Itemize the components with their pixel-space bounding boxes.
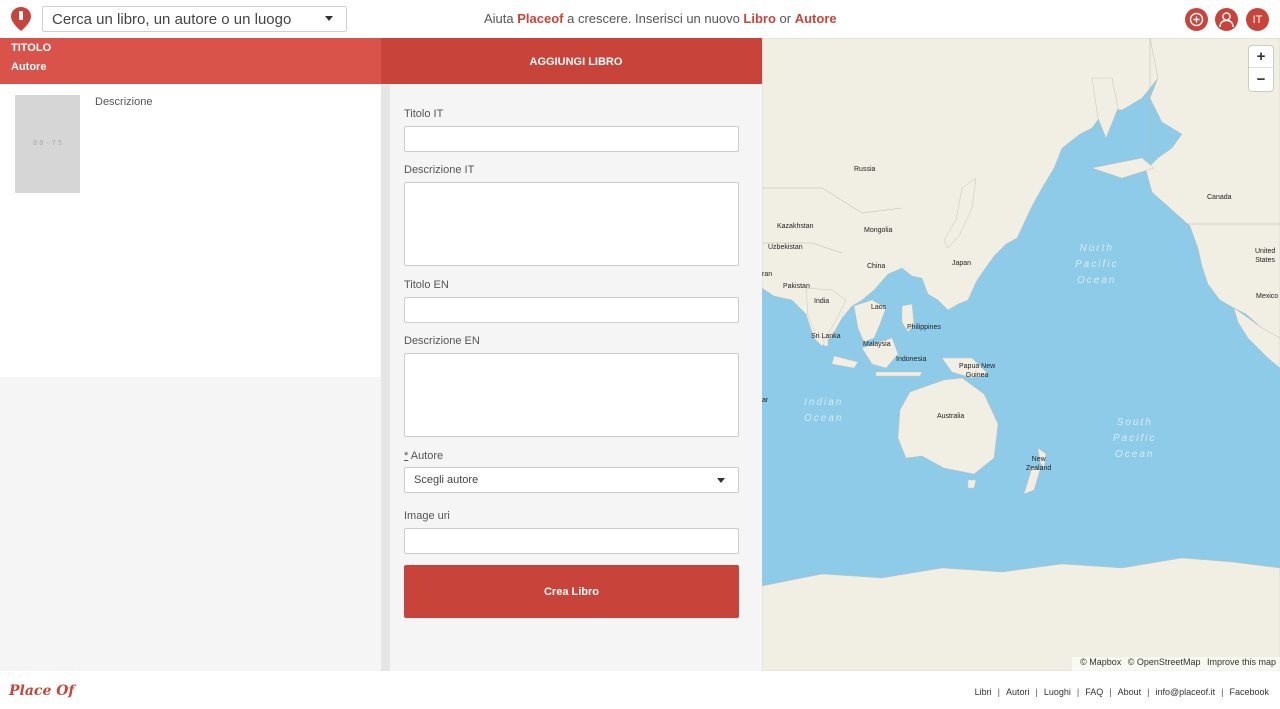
- add-book-form: AGGIUNGI LIBRO Titolo IT Descrizione IT …: [381, 38, 771, 671]
- map-label-kazakhstan: Kazakhstan: [777, 223, 814, 230]
- new-book-link[interactable]: Libro: [743, 11, 776, 26]
- title-it-label: Titolo IT: [404, 108, 444, 120]
- map-label-mexico: Mexico: [1256, 293, 1279, 300]
- map-label-ar: ar: [762, 397, 769, 404]
- map-label-iran: ran: [762, 271, 773, 278]
- title-en-input[interactable]: [404, 297, 739, 323]
- add-book-header: AGGIUNGI LIBRO: [381, 38, 771, 84]
- map-label-sri-lanka: Sri Lanka: [811, 333, 841, 340]
- map-label-russia: Russia: [854, 166, 876, 173]
- map-label-south-pacific: South Pacific Ocean: [1113, 417, 1157, 460]
- footer-separator: |: [1035, 687, 1038, 697]
- world-map[interactable]: Russia Canada Kazakhstan Mongolia Uzbeki…: [762, 38, 1280, 671]
- book-preview-author: Autore: [11, 61, 47, 73]
- map-label-indonesia: Indonesia: [896, 356, 927, 363]
- footer-link-about[interactable]: About: [1118, 687, 1142, 697]
- chevron-down-icon[interactable]: [325, 16, 333, 21]
- new-author-link[interactable]: Autore: [795, 11, 837, 26]
- footer-links: Libri | Autori | Luoghi | FAQ | About | info@place…: [975, 687, 1269, 697]
- map-label-indian-ocean: Indian Ocean: [804, 397, 844, 424]
- brand-link[interactable]: Placeof: [517, 11, 563, 26]
- promo-text-pre: Aiuta: [484, 11, 518, 26]
- zoom-in-button[interactable]: +: [1249, 46, 1273, 68]
- language-button[interactable]: IT: [1246, 8, 1269, 31]
- footer-separator: |: [1221, 687, 1224, 697]
- map-label-malaysia: Malaysia: [863, 341, 891, 348]
- footer-link-autori[interactable]: Autori: [1006, 687, 1030, 697]
- improve-map-link[interactable]: Improve this map: [1207, 657, 1276, 667]
- map-label-australia: Australia: [937, 413, 965, 420]
- footer-link-luoghi[interactable]: Luoghi: [1044, 687, 1071, 697]
- footer-link-libri[interactable]: Libri: [975, 687, 992, 697]
- book-preview-description: Descrizione: [95, 96, 153, 108]
- footer-link-faq[interactable]: FAQ: [1085, 687, 1103, 697]
- title-it-input[interactable]: [404, 126, 739, 152]
- map-label-new-zealand: New Zealand: [1026, 456, 1052, 472]
- map-label-india: India: [814, 298, 830, 305]
- map-label-uzbekistan: Uzbekistan: [768, 244, 803, 251]
- image-uri-input[interactable]: [404, 528, 739, 554]
- promo-message: Aiuta Placeof a crescere. Inserisci un n…: [484, 11, 837, 26]
- create-book-button[interactable]: Crea Libro: [404, 565, 739, 618]
- image-uri-label: Image uri: [404, 510, 450, 522]
- description-it-textarea[interactable]: [404, 182, 739, 266]
- chevron-down-icon: [717, 478, 725, 483]
- map-label-united-states: United States: [1255, 248, 1276, 264]
- search-input[interactable]: [52, 7, 312, 31]
- add-button[interactable]: [1185, 8, 1208, 31]
- footer-separator: |: [997, 687, 1000, 697]
- map-label-china: China: [867, 263, 886, 270]
- footer-link-email[interactable]: info@placeof.it: [1155, 687, 1215, 697]
- footer: Place Of Libri | Autori | Luoghi | FAQ | About | i…: [0, 671, 1280, 709]
- book-preview-card: 00-75 Descrizione: [0, 84, 381, 377]
- osm-attribution-link[interactable]: © OpenStreetMap: [1128, 657, 1201, 667]
- user-account-button[interactable]: [1215, 8, 1238, 31]
- book-preview-title: TITOLO: [11, 42, 52, 54]
- placeof-pin-logo-icon[interactable]: [10, 6, 32, 32]
- add-book-heading: AGGIUNGI LIBRO: [529, 56, 623, 68]
- map-zoom-control: + −: [1249, 46, 1273, 91]
- author-label: * Autore: [404, 450, 443, 462]
- description-it-label: Descrizione IT: [404, 164, 475, 176]
- search-box[interactable]: [42, 6, 347, 32]
- map-label-philippines: Philippines: [907, 324, 941, 331]
- footer-link-facebook[interactable]: Facebook: [1229, 687, 1269, 697]
- promo-text-or: or: [775, 11, 795, 26]
- map-attribution: © Mapbox © OpenStreetMap Improve this ma…: [1072, 657, 1280, 671]
- user-icon: [1219, 12, 1234, 28]
- zoom-out-button[interactable]: −: [1249, 68, 1273, 90]
- footer-separator: |: [1109, 687, 1112, 697]
- language-label: IT: [1252, 13, 1263, 26]
- author-select[interactable]: Scegli autore: [404, 467, 739, 493]
- plus-circle-icon: [1189, 12, 1204, 27]
- description-en-textarea[interactable]: [404, 353, 739, 437]
- map-label-japan: Japan: [952, 260, 972, 267]
- book-preview-panel: TITOLO Autore 00-75 Descrizione: [0, 38, 381, 671]
- map-label-pakistan: Pakistan: [783, 283, 810, 290]
- author-label-text: Autore: [408, 450, 444, 462]
- map-label-laos: Laos: [871, 304, 887, 311]
- map-land-shapes: [762, 38, 1280, 671]
- book-cover-placeholder: 00-75: [15, 95, 80, 193]
- mapbox-attribution-link[interactable]: © Mapbox: [1080, 657, 1121, 667]
- map-label-north-pacific: North Pacific Ocean: [1075, 243, 1119, 286]
- footer-logo[interactable]: Place Of: [9, 683, 74, 699]
- top-header: Aiuta Placeof a crescere. Inserisci un n…: [0, 0, 1280, 38]
- book-preview-header: TITOLO Autore: [0, 38, 381, 84]
- map-label-papua-new-guinea: Papua New Guinea: [959, 363, 996, 379]
- promo-text-mid: a crescere. Inserisci un nuovo: [563, 11, 744, 26]
- footer-separator: |: [1076, 687, 1080, 697]
- title-en-label: Titolo EN: [404, 279, 449, 291]
- map-label-mongolia: Mongolia: [864, 227, 893, 234]
- footer-separator: |: [1147, 687, 1150, 697]
- author-select-value: Scegli autore: [414, 474, 479, 486]
- description-en-label: Descrizione EN: [404, 335, 480, 347]
- cover-placeholder-glyph: 00-75: [33, 139, 65, 147]
- map-label-canada: Canada: [1207, 194, 1232, 201]
